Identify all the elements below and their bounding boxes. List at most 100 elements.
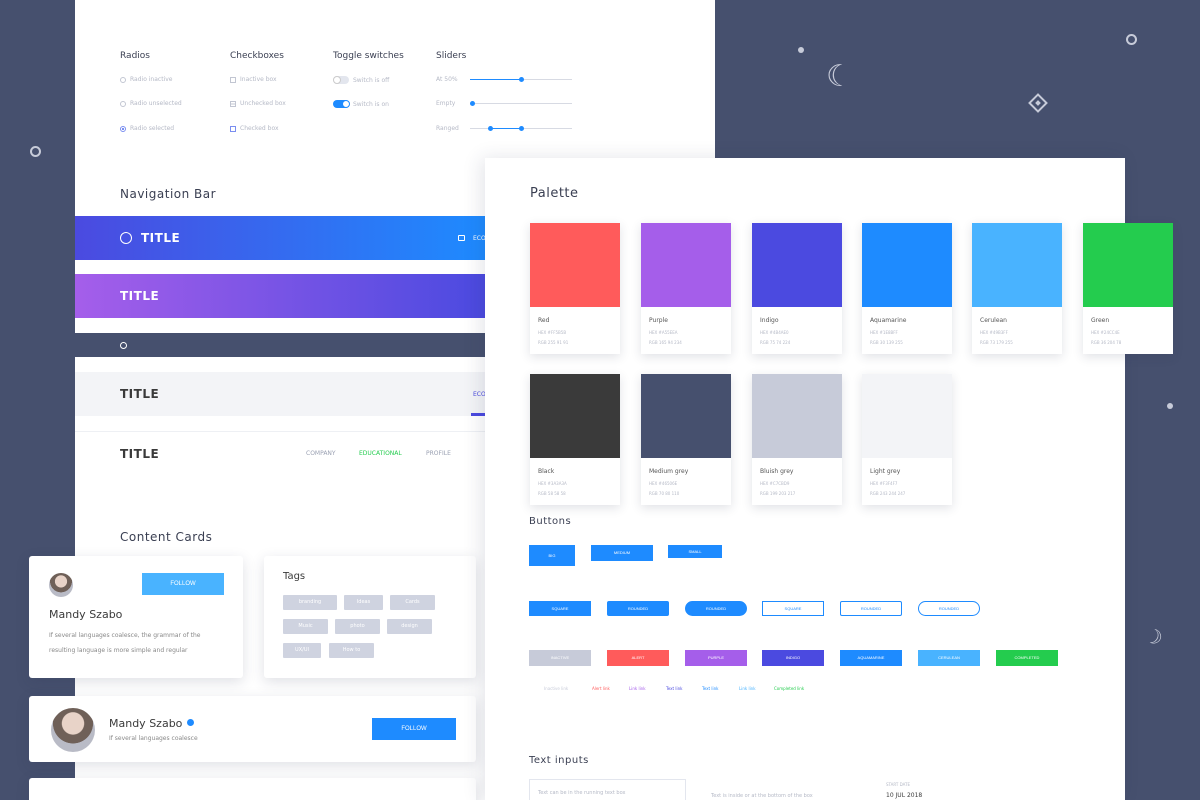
button-inactive[interactable]: INACTIVE	[529, 650, 591, 666]
swatch-medium-grey[interactable]: Medium grey HEX #46506E RGB 70 80 110	[641, 374, 731, 505]
navbar-link[interactable]: ECO	[473, 391, 486, 398]
swatch-aquamarine[interactable]: Aquamarine HEX #1E8BFF RGB 30 139 255	[862, 223, 952, 354]
slider-knob[interactable]	[470, 101, 475, 106]
swatch-hex: HEX #1E8BFF	[870, 330, 898, 335]
slider-ranged[interactable]	[470, 126, 572, 134]
checkbox-inactive[interactable]: Inactive box	[230, 76, 277, 83]
bag-icon[interactable]	[458, 235, 465, 241]
button-rounded[interactable]: ROUNDED	[607, 601, 669, 616]
button-pill-outline[interactable]: ROUNDED	[918, 601, 980, 616]
button-square-outline[interactable]: SQUARE	[762, 601, 824, 616]
follow-button[interactable]: FOLLOW	[372, 718, 456, 740]
profile-bio: If several languages coalesce	[109, 735, 198, 742]
tag[interactable]: Music	[283, 619, 328, 634]
slider-empty[interactable]	[470, 101, 572, 109]
decor-moon: ☾	[1141, 621, 1167, 651]
navbar-link-company[interactable]: COMPANY	[306, 450, 336, 457]
swatch-hex: HEX #46506E	[649, 481, 678, 486]
circle-icon[interactable]	[120, 232, 132, 244]
text-button-aquamarine[interactable]: Text link	[702, 686, 718, 691]
toggle-on[interactable]: Switch is on	[333, 100, 389, 108]
navbar-light: TITLE ECO	[75, 372, 486, 416]
text-button-cerulean[interactable]: Link link	[739, 686, 756, 691]
checkbox-checked[interactable]: Checked box	[230, 125, 279, 132]
swatch-rgb: RGB 255 91 91	[538, 340, 569, 345]
input-helper-text: Text is inside or at the bottom of the b…	[711, 793, 813, 799]
swatch-hex: HEX #49B3FF	[980, 330, 1008, 335]
swatch-indigo[interactable]: Indigo HEX #4B4AE0 RGB 75 74 224	[752, 223, 842, 354]
swatch-name: Green	[1091, 317, 1110, 324]
navbar-title: TITLE	[120, 289, 160, 303]
swatch-color	[752, 374, 842, 458]
slider-50-label: At 50%	[436, 76, 458, 83]
slider-50[interactable]	[470, 77, 572, 85]
swatch-black[interactable]: Black HEX #3A3A3A RGB 58 58 58	[530, 374, 620, 505]
navbar-title: TITLE	[120, 446, 160, 461]
swatch-rgb: RGB 73 179 255	[980, 340, 1013, 345]
follow-button[interactable]: FOLLOW	[142, 573, 224, 595]
decor-dot	[798, 47, 804, 53]
navbar-active-indicator	[471, 413, 485, 416]
button-alert[interactable]: ALERT	[607, 650, 669, 666]
tag[interactable]: design	[387, 619, 432, 634]
circle-icon[interactable]	[120, 341, 127, 349]
swatch-green[interactable]: Green HEX #24CC4E RGB 36 204 78	[1083, 223, 1173, 354]
navbar-link[interactable]: ECO	[473, 235, 486, 242]
swatch-name: Indigo	[760, 317, 779, 324]
tag[interactable]: branding	[283, 595, 337, 610]
swatch-cerulean[interactable]: Cerulean HEX #49B3FF RGB 73 179 255	[972, 223, 1062, 354]
button-pill[interactable]: ROUNDED	[685, 601, 747, 616]
checkbox-icon	[230, 76, 236, 83]
swatch-rgb: RGB 58 58 58	[538, 491, 566, 496]
text-button-indigo[interactable]: Text link	[666, 686, 682, 691]
slider-knob[interactable]	[519, 126, 524, 131]
tag[interactable]: How to	[329, 643, 374, 658]
swatch-rgb: RGB 165 94 234	[649, 340, 682, 345]
radio-unselected[interactable]: Radio unselected	[120, 100, 182, 107]
radio-inactive[interactable]: Radio inactive	[120, 76, 172, 83]
button-indigo[interactable]: INDIGO	[762, 650, 824, 666]
toggle-icon	[333, 76, 349, 84]
swatch-bluish-grey[interactable]: Bluish grey HEX #C7CBD9 RGB 199 203 217	[752, 374, 842, 505]
radio-selected[interactable]: Radio selected	[120, 125, 174, 132]
text-input[interactable]: Text can be in the running text box	[529, 779, 686, 800]
tag[interactable]: UX/UI	[283, 643, 321, 658]
swatch-name: Red	[538, 317, 550, 324]
button-completed[interactable]: COMPLETED	[996, 650, 1058, 666]
tag[interactable]: Cards	[390, 595, 435, 610]
decor-moon: ☾	[826, 59, 853, 94]
toggle-off[interactable]: Switch is off	[333, 76, 389, 84]
button-purple[interactable]: PURPLE	[685, 650, 747, 666]
text-button-purple[interactable]: Link link	[629, 686, 646, 691]
profile-name: Mandy Szabo	[109, 717, 183, 730]
profile-bio: resulting language is more simple and re…	[49, 647, 188, 654]
button-big[interactable]: BIG	[529, 545, 575, 566]
swatch-purple[interactable]: Purple HEX #A55EEA RGB 165 94 234	[641, 223, 731, 354]
swatch-rgb: RGB 243 244 247	[870, 491, 906, 496]
slider-knob[interactable]	[519, 77, 524, 82]
button-rounded-outline[interactable]: ROUNDED	[840, 601, 902, 616]
avatar[interactable]	[51, 708, 95, 752]
tag[interactable]: Ideas	[344, 595, 383, 610]
checkbox-unchecked[interactable]: Unchecked box	[230, 100, 286, 107]
button-cerulean[interactable]: CERULEAN	[918, 650, 980, 666]
date-input[interactable]: 10 JUL 2018	[886, 792, 922, 799]
tag[interactable]: photo	[335, 619, 380, 634]
button-small[interactable]: SMALL	[668, 545, 722, 558]
button-square[interactable]: SQUARE	[529, 601, 591, 616]
text-button-inactive[interactable]: Inactive link	[544, 686, 568, 691]
navbar-white: TITLE COMPANY EDUCATIONAL PROFILE	[75, 431, 485, 475]
navbar-link-educational[interactable]: EDUCATIONAL	[359, 450, 402, 457]
button-aquamarine[interactable]: AQUAMARINE	[840, 650, 902, 666]
avatar[interactable]	[49, 573, 73, 597]
slider-knob[interactable]	[488, 126, 494, 131]
button-medium[interactable]: MEDIUM	[591, 545, 653, 561]
text-button-completed[interactable]: Completed link	[774, 686, 804, 691]
swatch-color	[972, 223, 1062, 307]
swatch-light-grey[interactable]: Light grey HEX #F3F4F7 RGB 243 244 247	[862, 374, 952, 505]
swatch-red[interactable]: Red HEX #FF5B5B RGB 255 91 91	[530, 223, 620, 354]
text-button-alert[interactable]: Alert link	[592, 686, 610, 691]
palette-heading: Palette	[530, 186, 579, 201]
swatch-hex: HEX #4B4AE0	[760, 330, 789, 335]
navbar-link-profile[interactable]: PROFILE	[426, 450, 451, 457]
